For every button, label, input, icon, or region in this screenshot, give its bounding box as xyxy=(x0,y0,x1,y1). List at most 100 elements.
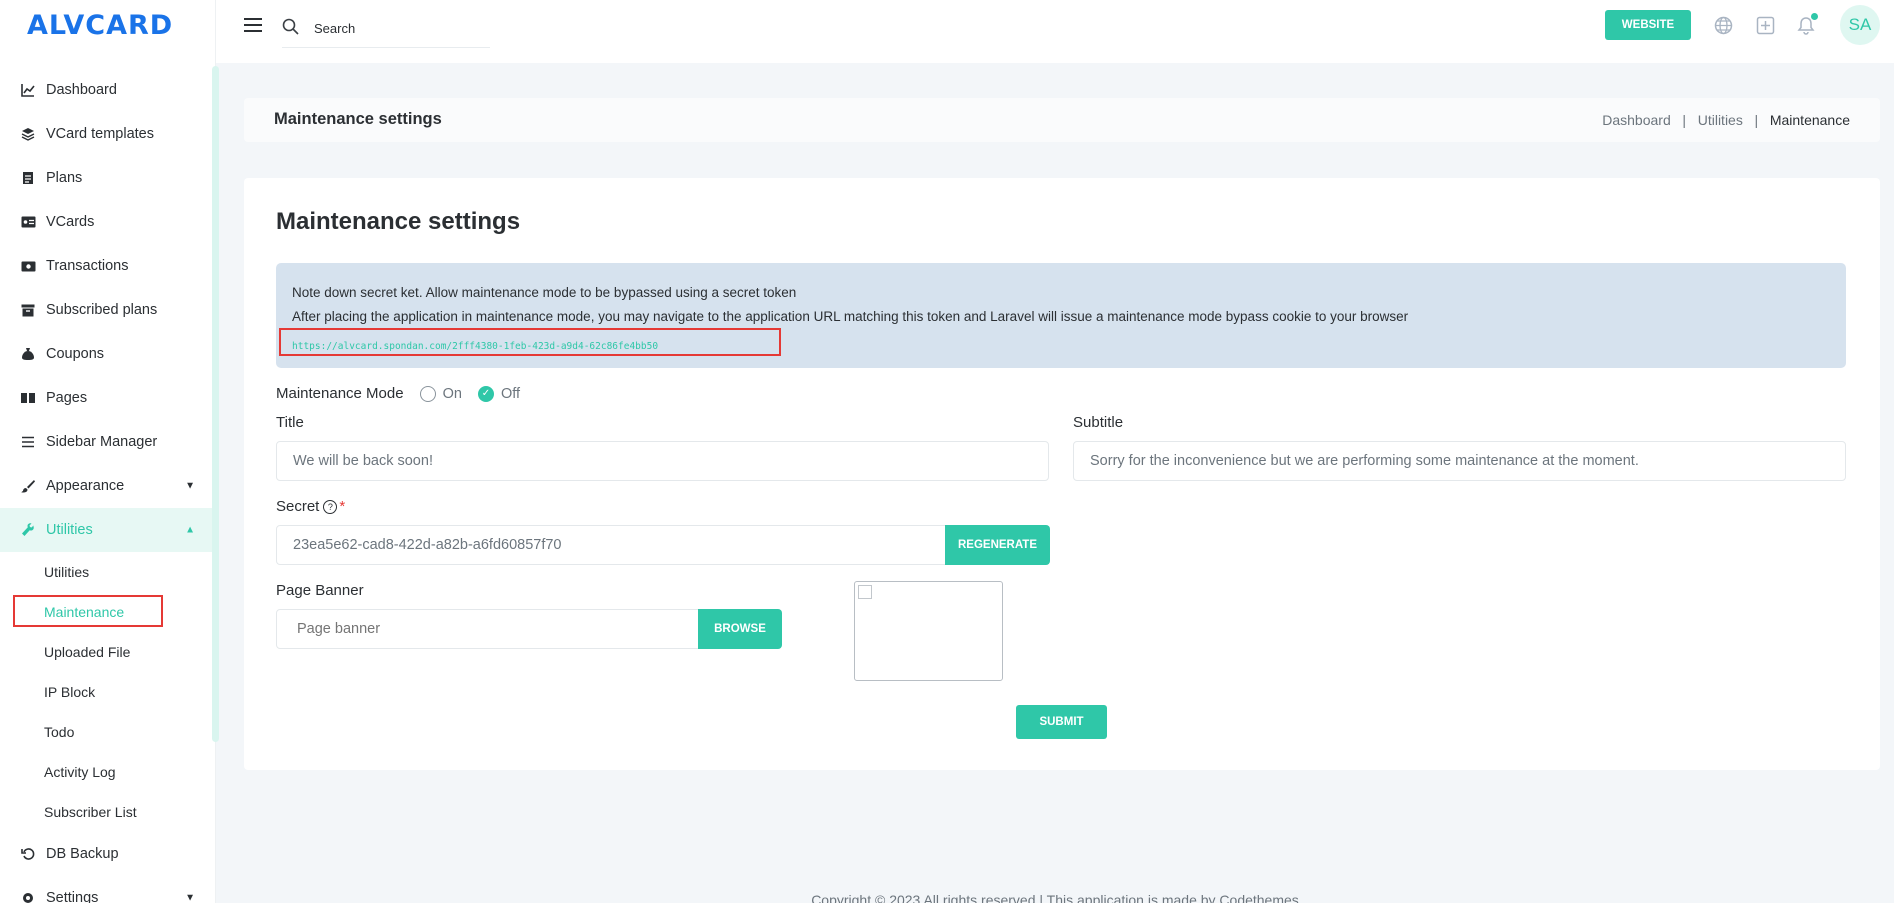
mode-off-radio[interactable]: ✓ Off xyxy=(477,385,521,402)
sidebar-item-appearance[interactable]: Appearance ▼ xyxy=(0,464,212,508)
mode-on-label: On xyxy=(442,385,462,402)
brand-logo[interactable]: ALVCARD xyxy=(27,10,173,41)
globe-icon[interactable] xyxy=(1712,14,1734,36)
sidebar-item-transactions[interactable]: Transactions xyxy=(0,244,212,288)
sidebar-subitem-label: Activity Log xyxy=(44,764,116,780)
sidebar-item-settings[interactable]: Settings ▼ xyxy=(0,876,212,903)
mode-off-label: Off xyxy=(500,385,521,402)
caret-down-icon: ▼ xyxy=(185,892,195,903)
undo-icon xyxy=(20,846,36,862)
caret-down-icon: ▼ xyxy=(185,480,195,492)
sidebar-item-label: Appearance xyxy=(46,478,125,494)
sidebar-item-utilities[interactable]: Utilities ▲ xyxy=(0,508,212,552)
sidebar-item-vcards[interactable]: VCards xyxy=(0,200,212,244)
sidebar-item-sidebar-manager[interactable]: Sidebar Manager xyxy=(0,420,212,464)
sidebar-item-label: Subscribed plans xyxy=(46,302,158,318)
sidebar-subitem-activity-log[interactable]: Activity Log xyxy=(0,752,212,792)
breadcrumb: Dashboard | Utilities | Maintenance xyxy=(1602,112,1850,128)
sidebar-item-label: Utilities xyxy=(46,522,93,538)
page-title: Maintenance settings xyxy=(274,110,442,128)
archive-icon xyxy=(20,302,36,318)
regenerate-button[interactable]: REGENERATE xyxy=(945,525,1050,565)
sidebar: ALVCARD Dashboard VCard templates Plans … xyxy=(0,0,216,903)
sidebar-item-label: Transactions xyxy=(46,258,129,274)
secret-label: Secret? * xyxy=(276,498,345,515)
subtitle-label: Subtitle xyxy=(1073,414,1124,431)
mode-on-radio[interactable]: On xyxy=(419,385,462,402)
sidebar-item-label: Coupons xyxy=(46,346,105,362)
brush-icon xyxy=(20,478,36,494)
sidebar-scrollbar[interactable] xyxy=(212,66,219,742)
caret-up-icon: ▲ xyxy=(185,524,195,536)
highlight-box-url xyxy=(279,328,781,356)
sidebar-nav: Dashboard VCard templates Plans VCards T… xyxy=(0,68,212,903)
money-icon xyxy=(20,258,36,274)
add-square-icon[interactable] xyxy=(1754,14,1776,36)
secret-label-text: Secret xyxy=(276,498,320,515)
title-input[interactable] xyxy=(276,441,1049,481)
sidebar-item-label: VCard templates xyxy=(46,126,154,142)
sidebar-item-subscribed-plans[interactable]: Subscribed plans xyxy=(0,288,212,332)
sidebar-subitem-uploaded-file[interactable]: Uploaded File xyxy=(0,632,212,672)
card-title: Maintenance settings xyxy=(276,208,521,235)
maintenance-settings-card: Maintenance settings Note down secret ke… xyxy=(244,178,1880,770)
notification-dot xyxy=(1811,13,1818,20)
settings-icon xyxy=(20,890,36,903)
sidebar-subitem-ip-block[interactable]: IP Block xyxy=(0,672,212,712)
title-label: Title xyxy=(276,414,304,431)
breadcrumb-separator: | xyxy=(1754,112,1759,128)
breadcrumb-maintenance: Maintenance xyxy=(1769,112,1850,128)
bell-icon[interactable] xyxy=(1795,13,1818,36)
sidebar-subitem-label: Subscriber List xyxy=(44,804,137,820)
menu-toggle-button[interactable] xyxy=(244,18,262,32)
page-banner-input[interactable] xyxy=(276,609,699,649)
help-icon[interactable]: ? xyxy=(323,500,338,514)
subtitle-input[interactable] xyxy=(1073,441,1846,481)
breadcrumb-utilities[interactable]: Utilities xyxy=(1698,112,1743,128)
search-box xyxy=(282,10,490,48)
radio-unchecked-icon xyxy=(419,385,436,402)
sidebar-subitem-label: Utilities xyxy=(44,564,90,580)
layers-icon xyxy=(20,126,36,142)
sidebar-subitem-subscriber-list[interactable]: Subscriber List xyxy=(0,792,212,832)
breadcrumb-dashboard[interactable]: Dashboard xyxy=(1602,112,1671,128)
money-bag-icon xyxy=(20,346,36,362)
list-icon xyxy=(20,434,36,450)
search-input[interactable] xyxy=(314,21,474,36)
sidebar-item-label: VCards xyxy=(46,214,95,230)
alert-line-2: After placing the application in mainten… xyxy=(292,309,1409,324)
secret-input[interactable] xyxy=(276,525,946,565)
id-card-icon xyxy=(20,214,36,230)
sidebar-subitem-label: IP Block xyxy=(44,684,96,700)
sidebar-item-coupons[interactable]: Coupons xyxy=(0,332,212,376)
sidebar-item-plans[interactable]: Plans xyxy=(0,156,212,200)
sidebar-item-vcard-templates[interactable]: VCard templates xyxy=(0,112,212,156)
browse-button[interactable]: BROWSE xyxy=(698,609,782,649)
footer-text: Copyright © 2023 All rights reserved | T… xyxy=(811,892,1299,903)
broken-image-icon xyxy=(858,585,872,599)
sidebar-item-pages[interactable]: Pages xyxy=(0,376,212,420)
highlight-box-maintenance xyxy=(13,595,163,627)
sidebar-subitem-todo[interactable]: Todo xyxy=(0,712,212,752)
breadcrumb-separator: | xyxy=(1682,112,1687,128)
sidebar-item-label: Dashboard xyxy=(46,82,117,98)
sidebar-subitem-label: Todo xyxy=(44,724,75,740)
sidebar-item-label: Sidebar Manager xyxy=(46,434,158,450)
banner-preview-image xyxy=(854,581,1003,681)
maintenance-mode-row: Maintenance Mode On ✓ Off xyxy=(276,385,520,402)
submit-button[interactable]: SUBMIT xyxy=(1016,705,1107,739)
sidebar-item-db-backup[interactable]: DB Backup xyxy=(0,832,212,876)
topbar: WEBSITE SA xyxy=(216,0,1894,63)
sidebar-item-label: Plans xyxy=(46,170,83,186)
file-icon xyxy=(20,170,36,186)
book-icon xyxy=(20,390,36,406)
radio-checked-icon: ✓ xyxy=(477,385,494,402)
avatar[interactable]: SA xyxy=(1840,5,1880,45)
website-button[interactable]: WEBSITE xyxy=(1605,10,1691,40)
sidebar-item-dashboard[interactable]: Dashboard xyxy=(0,68,212,112)
sidebar-subitem-utilities[interactable]: Utilities xyxy=(0,552,212,592)
sidebar-subitem-label: Uploaded File xyxy=(44,644,131,660)
wrench-icon xyxy=(20,522,36,538)
sidebar-item-label: Pages xyxy=(46,390,88,406)
search-icon xyxy=(282,18,300,40)
